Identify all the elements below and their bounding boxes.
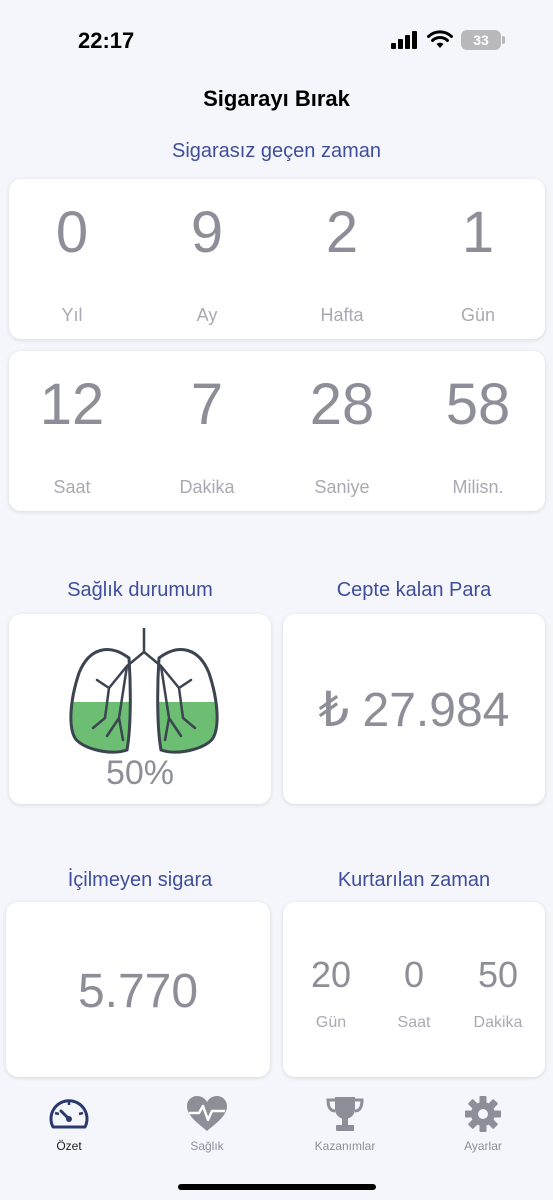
tab-kazanimlar-label: Kazanımlar [314, 1139, 376, 1153]
tab-saglik-label: Sağlık [190, 1139, 224, 1153]
battery-indicator: 33 [461, 30, 505, 50]
elapsed-time-title: Sigarasız geçen zaman [171, 140, 381, 162]
elapsed-weeks: 2 Hafta [279, 179, 405, 339]
speedometer-icon [49, 1099, 89, 1129]
elapsed-date-card: 0 Yıl 9 Ay 2 Hafta 1 Gün [9, 179, 545, 339]
elapsed-minutes-value: 7 [190, 372, 224, 437]
saved-minutes-value: 50 [477, 954, 519, 995]
signal-icon [391, 31, 417, 49]
tab-ayarlar[interactable]: Ayarlar [428, 1095, 538, 1153]
wifi-icon [427, 30, 453, 48]
elapsed-seconds-value: 28 [309, 372, 375, 437]
elapsed-hours: 12 Saat [9, 351, 135, 511]
tab-kazanimlar[interactable]: Kazanımlar [290, 1095, 400, 1153]
tab-ayarlar-label: Ayarlar [464, 1139, 502, 1153]
cigarettes-title: İçilmeyen sigara [67, 869, 213, 891]
saved-time-title: Kurtarılan zaman [337, 869, 491, 891]
elapsed-seconds-label: Saniye [314, 477, 370, 497]
elapsed-weeks-value: 2 [325, 200, 359, 265]
trophy-icon [326, 1097, 364, 1131]
saved-days-label: Gün [315, 1014, 347, 1031]
health-card[interactable]: 50% [9, 614, 271, 804]
cigarettes-card[interactable]: 5.770 [6, 902, 270, 1077]
saved-hours-value: 0 [403, 954, 425, 995]
elapsed-years-value: 0 [55, 200, 89, 265]
elapsed-months: 9 Ay [144, 179, 270, 339]
status-icons: 33 [391, 30, 505, 50]
elapsed-days-label: Gün [460, 305, 496, 325]
money-title: Cepte kalan Para [336, 579, 492, 601]
money-card[interactable]: ₺ 27.984 [283, 614, 545, 804]
elapsed-milliseconds-value: 58 [445, 372, 511, 437]
elapsed-hours-label: Saat [53, 477, 91, 497]
elapsed-minutes-label: Dakika [179, 477, 235, 497]
tab-ozet-label: Özet [56, 1139, 82, 1153]
elapsed-minutes: 7 Dakika [144, 351, 270, 511]
tab-ozet[interactable]: Özet [14, 1095, 124, 1153]
saved-minutes: 50 Dakika [453, 902, 543, 1032]
elapsed-days-value: 1 [461, 200, 495, 265]
elapsed-years-label: Yıl [61, 305, 83, 325]
saved-hours: 0 Saat [369, 902, 459, 1032]
home-indicator [178, 1184, 376, 1190]
cigarettes-value: 5.770 [77, 965, 199, 1018]
money-value: ₺ 27.984 [318, 684, 510, 737]
heart-pulse-icon [187, 1096, 227, 1131]
elapsed-days: 1 Gün [415, 179, 541, 339]
tab-saglik[interactable]: Sağlık [152, 1095, 262, 1153]
elapsed-weeks-label: Hafta [320, 305, 364, 325]
status-bar: 22:17 33 [0, 0, 553, 80]
health-title: Sağlık durumum [67, 579, 213, 601]
page-title: Sigarayı Bırak [203, 86, 350, 111]
elapsed-years: 0 Yıl [9, 179, 135, 339]
saved-time-card[interactable]: 20 Gün 0 Saat 50 Dakika [283, 902, 545, 1077]
elapsed-milliseconds: 58 Milisn. [415, 351, 541, 511]
elapsed-months-label: Ay [196, 305, 218, 325]
saved-minutes-label: Dakika [473, 1014, 523, 1031]
elapsed-months-value: 9 [190, 200, 224, 265]
tab-bar: Özet Sağlık Kazanımlar Ayarlar [0, 1095, 553, 1175]
elapsed-seconds: 28 Saniye [279, 351, 405, 511]
saved-hours-label: Saat [397, 1014, 431, 1031]
health-percent: 50% [105, 754, 175, 792]
status-time: 22:17 [78, 28, 135, 53]
elapsed-milliseconds-label: Milisn. [452, 477, 504, 497]
elapsed-hours-value: 12 [39, 372, 105, 437]
elapsed-time-card: 12 Saat 7 Dakika 28 Saniye 58 Milisn. [9, 351, 545, 511]
saved-days: 20 Gün [286, 902, 376, 1032]
lungs-icon [69, 626, 219, 763]
gear-icon [465, 1096, 501, 1132]
saved-days-value: 20 [310, 954, 352, 995]
